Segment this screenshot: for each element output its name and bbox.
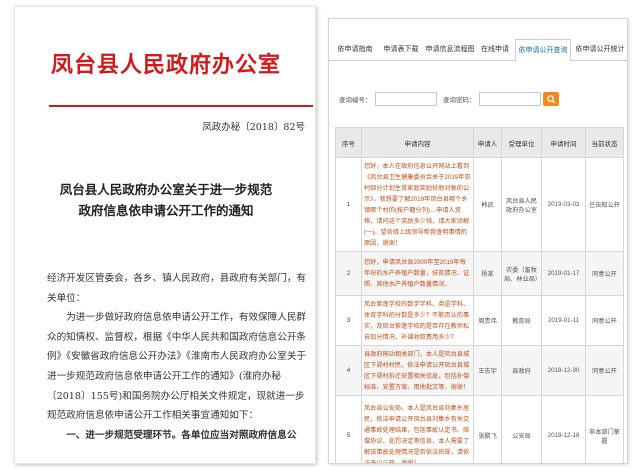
header-red-rule xyxy=(49,105,313,107)
issuer-header: 凤台县人民政府办公室 xyxy=(50,52,281,78)
column-header-status: 当前状态 xyxy=(585,127,624,158)
notice-document: 凤台县人民政府办公室 凤政办秘〔2018〕82号 凤台县人民政府办公室关于进一步… xyxy=(14,6,316,464)
row-number: 3 xyxy=(335,295,362,346)
current-status: 非本部门掌握 xyxy=(585,395,624,463)
title-line-1: 凤台县人民政府办公室关于进一步规范 xyxy=(59,182,273,197)
document-number: 凤政办秘〔2018〕82号 xyxy=(202,122,305,133)
application-date: 2019-03-03 xyxy=(541,157,586,252)
application-date: 2019-01-11 xyxy=(541,295,586,346)
search-button[interactable] xyxy=(543,92,559,106)
request-content[interactable]: 凤台紫蓬学校的数学学科、英语学科、体育学科的分数是多少？不能否认的事实，及凤台紫… xyxy=(361,295,474,346)
disclosure-portal: 依申请指南 申请表下载 申请信息流程图 在线申请 依申请公开查询 依申请公开统计… xyxy=(328,18,628,464)
tab-online-application[interactable]: 在线申请 xyxy=(477,39,513,61)
tab-bar: 依申请指南 申请表下载 申请信息流程图 在线申请 依申请公开查询 依申请公开统计 xyxy=(329,39,627,62)
paragraph-1: 为进一步做好政府信息依申请公开工作，有效保障人民群众的知情权、监督权，根据《中华… xyxy=(47,312,307,422)
title-line-2: 政府信息依申请公开工作的通知 xyxy=(78,203,254,218)
search-icon xyxy=(546,94,556,104)
application-date: 2019-01-17 xyxy=(541,251,586,296)
current-status: 同意公开 xyxy=(585,295,624,346)
tab-form-download[interactable]: 申请表下载 xyxy=(379,39,423,61)
application-records-table: 序号 申请内容 申请人 受理单位 申请时间 当前状态 1 您好，本人在政府信息公… xyxy=(335,127,624,463)
tab-application-guide[interactable]: 依申请指南 xyxy=(333,39,377,61)
salutation: 经济开发区管委会，各乡、镇人民政府，县政府有关部门，有关单位： xyxy=(47,273,307,304)
query-number-label: 查询编号： xyxy=(339,97,372,104)
query-password-input[interactable] xyxy=(479,92,541,106)
accepting-unit: 县政府 xyxy=(501,345,542,396)
row-number: 5 xyxy=(335,395,362,463)
current-status: 已告知公开 xyxy=(585,157,624,252)
column-header-unit: 受理单位 xyxy=(501,127,542,158)
column-header-content: 申请内容 xyxy=(361,127,474,158)
current-status: 同意公开 xyxy=(585,251,624,296)
application-date: 2018-12-18 xyxy=(541,395,586,463)
section-1-heading: 一、进一步规范受理环节。各单位应当对照政府信息公 xyxy=(66,429,297,441)
accepting-unit: 教育局 xyxy=(501,295,542,346)
accepting-unit: 公安局 xyxy=(501,395,542,463)
column-header-number: 序号 xyxy=(335,127,362,158)
query-password-label: 查询密码： xyxy=(443,97,476,104)
current-status: 同意公开 xyxy=(585,345,624,396)
request-content[interactable]: 您好，申请凤台县2000年至2019年每年份的水产养殖户数量，扶贫情况、证照、其… xyxy=(361,251,474,296)
row-number: 4 xyxy=(335,345,362,396)
row-number: 1 xyxy=(335,157,362,252)
table-row[interactable]: 1 您好，本人在政府信息公开网站上看到《凤台县卫生健康委员会关于2019年农村部… xyxy=(335,157,624,252)
table-header-row: 序号 申请内容 申请人 受理单位 申请时间 当前状态 xyxy=(335,127,624,158)
table-row[interactable]: 4 县政府网站相关部门，本人是凤台县城区下郢村村民，依法申请公开凤台县城区下郢村… xyxy=(335,345,624,396)
table-row[interactable]: 5 凤台县公安局，本人是凤台县刘集乡居民，依法申请公开凤台县刘集乡有关交通事故处… xyxy=(335,395,624,463)
document-title: 凤台县人民政府办公室关于进一步规范 政府信息依申请公开工作的通知 xyxy=(25,179,307,221)
column-header-applicant: 申请人 xyxy=(473,127,502,158)
request-content[interactable]: 县政府网站相关部门，本人是凤台县城区下郢村村民，依法申请公开凤台县城区下郢村拆迁… xyxy=(361,345,474,396)
request-content[interactable]: 凤台县公安局，本人是凤台县刘集乡居民，依法申请公开凤台县刘集乡有关交通事故处理结… xyxy=(361,395,474,463)
applicant-name: 杨某 xyxy=(473,251,502,296)
query-form: 查询编号： 查询密码： xyxy=(329,91,627,109)
query-number-input[interactable] xyxy=(375,92,437,106)
tab-flowchart[interactable]: 申请信息流程图 xyxy=(425,39,475,61)
applicant-name: 王志宇 xyxy=(473,345,502,396)
applicant-name: 周贵伟 xyxy=(473,295,502,346)
applicant-name: 韩凯 xyxy=(473,157,502,252)
column-header-date: 申请时间 xyxy=(541,127,586,158)
tab-application-query[interactable]: 依申请公开查询 xyxy=(515,39,571,62)
applicant-name: 张鹏飞 xyxy=(473,395,502,463)
tab-statistics[interactable]: 依申请公开统计 xyxy=(573,39,627,61)
table-row[interactable]: 2 您好，申请凤台县2000年至2019年每年份的水产养殖户数量，扶贫情况、证照… xyxy=(335,251,624,296)
row-number: 2 xyxy=(335,251,362,296)
table-row[interactable]: 3 凤台紫蓬学校的数学学科、英语学科、体育学科的分数是多少？不能否认的事实，及凤… xyxy=(335,295,624,346)
application-date: 2018-12-30 xyxy=(541,345,586,396)
accepting-unit: 农委（畜牧局、林业局） xyxy=(501,251,542,296)
document-body: 经济开发区管委会，各乡、镇人民政府，县政府有关部门，有关单位： 为进一步做好政府… xyxy=(47,269,309,445)
accepting-unit: 凤台县人民政府办公室 xyxy=(501,157,542,252)
request-content[interactable]: 您好，本人在政府信息公开网站上看到《凤台县卫生健康委员会关于2019年农村部分计… xyxy=(361,157,474,252)
